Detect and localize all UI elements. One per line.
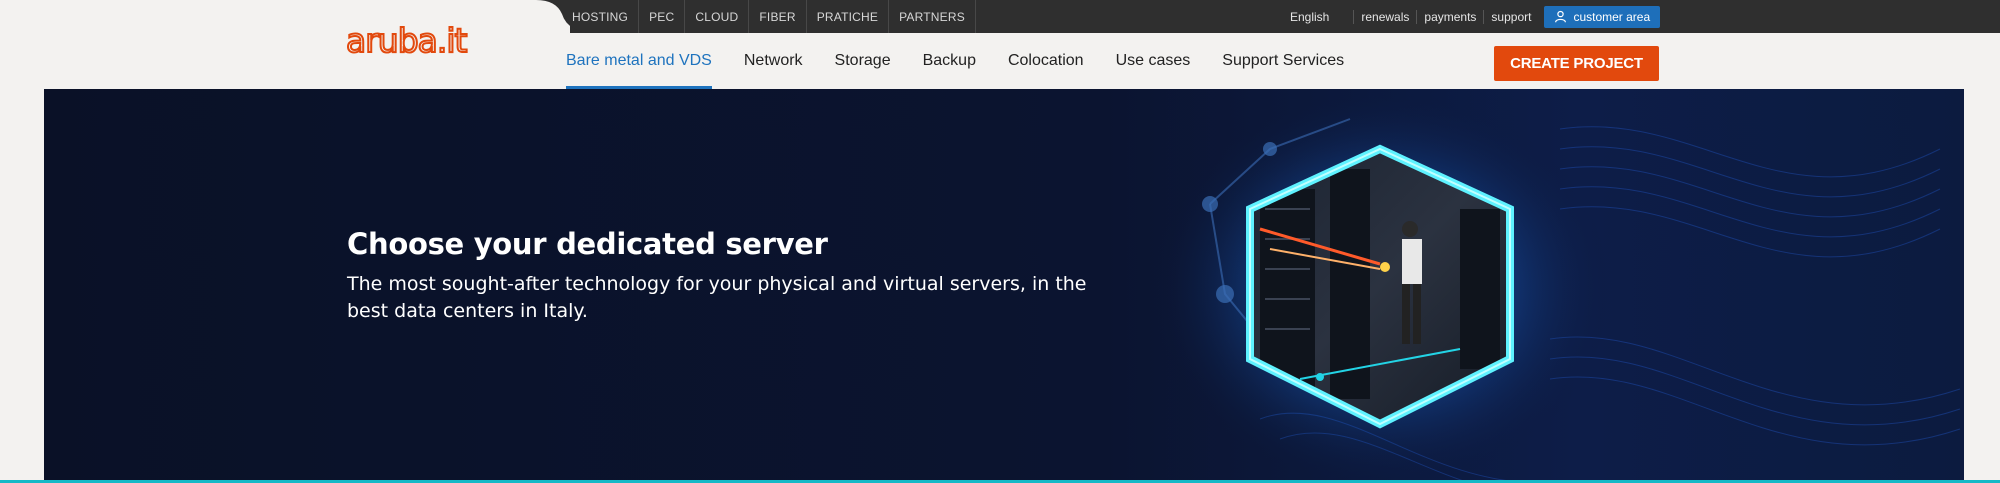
toplink-pratiche[interactable]: PRATICHE (807, 0, 890, 33)
nav-bare-metal-vds[interactable]: Bare metal and VDS (566, 33, 712, 89)
nav-colocation[interactable]: Colocation (1008, 33, 1084, 89)
nav-backup[interactable]: Backup (923, 33, 976, 89)
svg-text:aruba.it: aruba.it (346, 21, 468, 60)
nav-support-services[interactable]: Support Services (1222, 33, 1344, 89)
hero-subtitle: The most sought-after technology for you… (347, 273, 1087, 322)
customer-area-label: customer area (1573, 9, 1651, 24)
main-navigation: Bare metal and VDS Network Storage Backu… (566, 33, 1376, 89)
nav-network[interactable]: Network (744, 33, 803, 89)
create-project-button[interactable]: CREATE PROJECT (1494, 46, 1659, 81)
user-icon (1555, 10, 1567, 23)
toplink-fiber[interactable]: FIBER (749, 0, 807, 33)
language-selector[interactable]: English (1290, 10, 1329, 24)
toplink-hosting[interactable]: HOSTING (562, 0, 640, 33)
toplink-cloud[interactable]: CLOUD (685, 0, 750, 33)
payments-link[interactable]: payments (1416, 9, 1483, 24)
nav-use-cases[interactable]: Use cases (1116, 33, 1191, 89)
top-bar-left-area (0, 0, 570, 33)
toplink-pec[interactable]: PEC (639, 0, 686, 33)
aruba-logo[interactable]: aruba.it (346, 20, 480, 60)
support-link[interactable]: support (1483, 9, 1538, 24)
toplink-partners[interactable]: PARTNERS (889, 0, 976, 33)
hero-title: Choose your dedicated server (347, 227, 828, 261)
top-links: HOSTING PEC CLOUD FIBER PRATICHE PARTNER… (562, 0, 976, 33)
renewals-link[interactable]: renewals (1353, 9, 1416, 24)
nav-storage[interactable]: Storage (835, 33, 891, 89)
server-hexagon-illustration (1150, 89, 1961, 483)
customer-area-button[interactable]: customer area (1544, 5, 1661, 28)
top-right-links: English renewals payments support custom… (1290, 0, 1661, 33)
